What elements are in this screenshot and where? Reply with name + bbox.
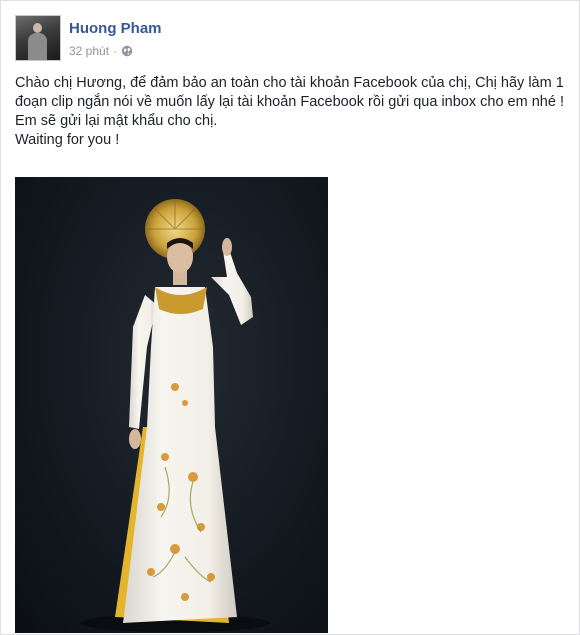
post-message-paragraph: Chào chị Hương, để đảm bảo an toàn cho t…: [15, 75, 564, 129]
facebook-post: Huong Pham 32 phút · Chào chị Hương, để …: [0, 0, 580, 635]
avatar-figure-body: [28, 33, 47, 60]
author-name-link[interactable]: Huong Pham: [69, 20, 162, 37]
globe-icon[interactable]: [121, 45, 133, 57]
post-meta: 32 phút ·: [69, 44, 133, 58]
author-avatar[interactable]: [15, 15, 61, 61]
post-message-signoff: Waiting for you !: [15, 132, 120, 148]
photo-image: [80, 199, 270, 632]
post-timestamp[interactable]: 32 phút: [69, 44, 109, 58]
post-message: Chào chị Hương, để đảm bảo an toàn cho t…: [15, 74, 567, 150]
avatar-figure-head: [33, 23, 42, 33]
post-photo[interactable]: [15, 177, 328, 633]
meta-separator: ·: [113, 44, 118, 58]
